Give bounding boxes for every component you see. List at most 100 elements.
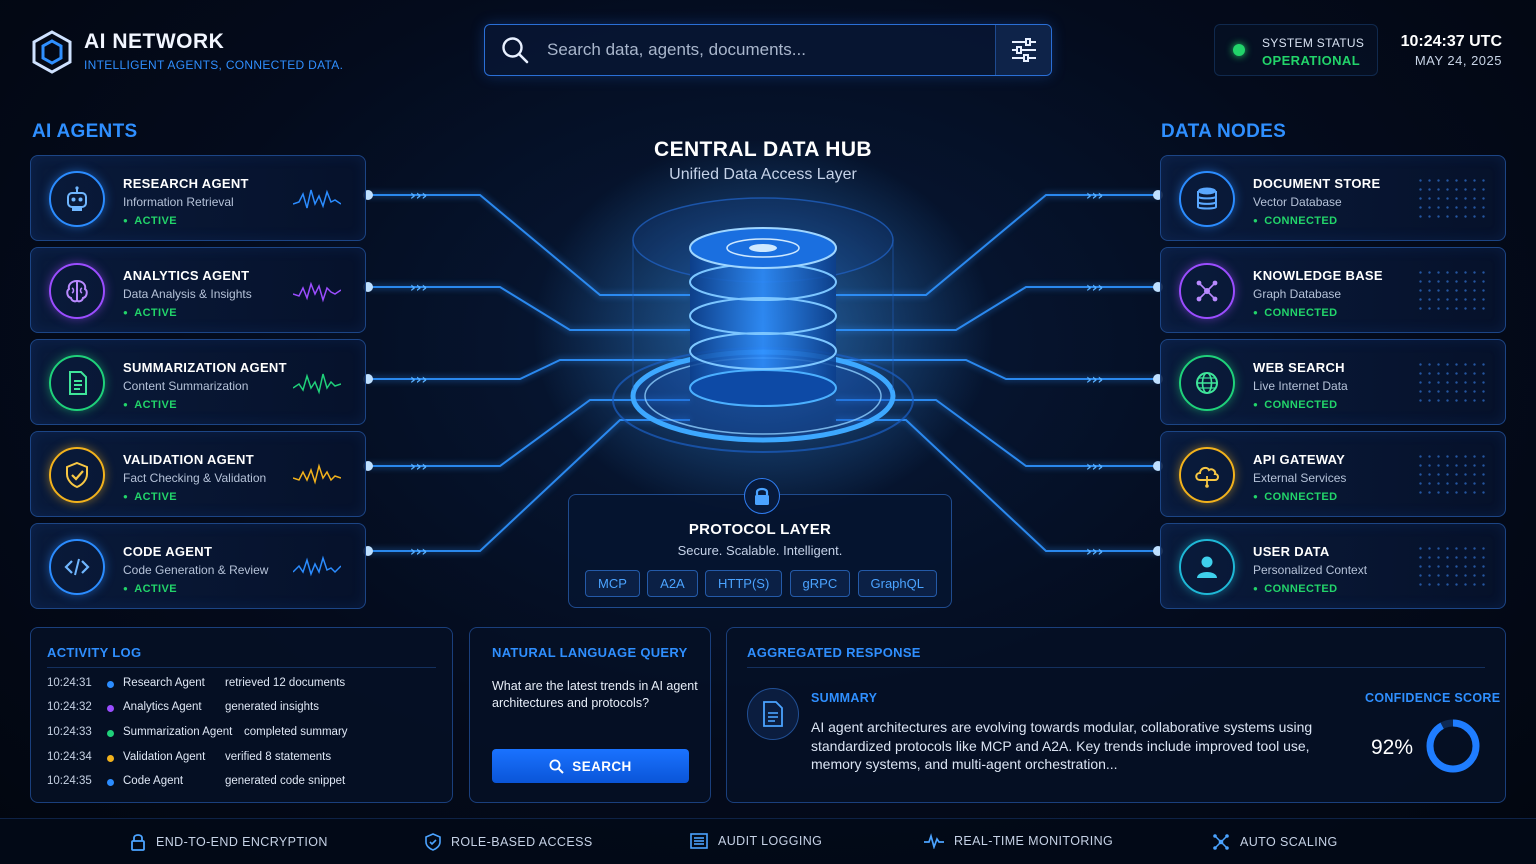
- log-agent: Research Agent: [123, 677, 205, 689]
- dot-grid-decoration: [1416, 544, 1490, 590]
- activity-wave-icon: [293, 373, 341, 395]
- summary-label: SUMMARY: [811, 691, 878, 705]
- node-card-knowledge-base[interactable]: KNOWLEDGE BASE Graph Database CONNECTED: [1160, 247, 1506, 333]
- query-panel: NATURAL LANGUAGE QUERY What are the late…: [469, 627, 711, 803]
- node-description: Live Internet Data: [1253, 379, 1348, 393]
- divider: [47, 667, 436, 668]
- node-description: Vector Database: [1253, 195, 1342, 209]
- lock-icon: [131, 834, 145, 851]
- activity-wave-icon: [293, 555, 341, 577]
- code-icon: [49, 539, 105, 595]
- activity-wave-icon: [293, 463, 341, 485]
- footer-item-encryption: END-TO-END ENCRYPTION: [130, 833, 328, 851]
- node-status: CONNECTED: [1253, 491, 1338, 503]
- node-card-user-data[interactable]: USER DATA Personalized Context CONNECTED: [1160, 523, 1506, 609]
- node-card-api-gateway[interactable]: API GATEWAY External Services CONNECTED: [1160, 431, 1506, 517]
- agent-description: Data Analysis & Insights: [123, 287, 252, 301]
- search-icon[interactable]: [501, 36, 529, 64]
- clock-time: 10:24:37 UTC: [1400, 33, 1502, 50]
- log-time: 10:24:34: [47, 751, 92, 763]
- agent-name: RESEARCH AGENT: [123, 176, 249, 191]
- svg-text:›››: ›››: [1086, 188, 1103, 204]
- agent-status: ACTIVE: [123, 399, 177, 411]
- agent-card-summarization[interactable]: SUMMARIZATION AGENT Content Summarizatio…: [30, 339, 366, 425]
- svg-text:›››: ›››: [410, 280, 427, 296]
- svg-text:›››: ›››: [1086, 280, 1103, 296]
- protocol-chip-mcp[interactable]: MCP: [585, 570, 640, 597]
- log-message: generated code snippet: [225, 775, 346, 787]
- node-card-document-store[interactable]: DOCUMENT STORE Vector Database CONNECTED: [1160, 155, 1506, 241]
- svg-text:›››: ›››: [410, 372, 427, 388]
- node-name: DOCUMENT STORE: [1253, 176, 1381, 191]
- status-value: OPERATIONAL: [1262, 53, 1361, 68]
- agent-description: Content Summarization: [123, 379, 249, 393]
- log-time: 10:24:32: [47, 701, 92, 713]
- cloud-icon: [1179, 447, 1235, 503]
- protocol-chip-grpc[interactable]: gRPC: [789, 570, 851, 597]
- node-description: External Services: [1253, 471, 1347, 485]
- globe-icon: [1179, 355, 1235, 411]
- node-name: WEB SEARCH: [1253, 360, 1345, 375]
- activity-log-title: ACTIVITY LOG: [47, 645, 142, 660]
- footer-bar: END-TO-END ENCRYPTION ROLE-BASED ACCESS …: [0, 818, 1536, 864]
- node-card-web-search[interactable]: WEB SEARCH Live Internet Data CONNECTED: [1160, 339, 1506, 425]
- agent-card-code[interactable]: CODE AGENT Code Generation & Review ACTI…: [30, 523, 366, 609]
- agent-name: CODE AGENT: [123, 544, 213, 559]
- confidence-label: CONFIDENCE SCORE: [1365, 691, 1501, 705]
- log-message: completed summary: [244, 726, 348, 738]
- log-time: 10:24:31: [47, 677, 92, 689]
- protocol-chip-https[interactable]: HTTP(S): [705, 570, 783, 597]
- footer-item-scaling: AUTO SCALING: [1212, 833, 1338, 851]
- robot-icon: [49, 171, 105, 227]
- agent-name: VALIDATION AGENT: [123, 452, 254, 467]
- hub-subtitle: Unified Data Access Layer: [669, 166, 857, 183]
- query-text[interactable]: What are the latest trends in AI agent a…: [492, 678, 698, 712]
- protocol-chip-graphql[interactable]: GraphQL: [857, 570, 937, 597]
- shield-icon: [49, 447, 105, 503]
- pulse-icon: [924, 833, 944, 849]
- confidence-arc: [1426, 719, 1480, 773]
- search-button[interactable]: SEARCH: [492, 749, 689, 783]
- hub-title: CENTRAL DATA HUB: [654, 138, 872, 161]
- clock-date: MAY 24, 2025: [1414, 53, 1502, 68]
- log-time: 10:24:33: [47, 726, 92, 738]
- logo-hexagon-icon: [32, 30, 72, 74]
- node-status: CONNECTED: [1253, 307, 1338, 319]
- lock-icon: [744, 478, 780, 514]
- confidence-donut: [1426, 719, 1480, 773]
- footer-item-audit: AUDIT LOGGING: [690, 833, 822, 849]
- dot-grid-decoration: [1416, 360, 1490, 406]
- footer-label: ROLE-BASED ACCESS: [451, 835, 593, 849]
- search-input[interactable]: [547, 37, 967, 63]
- svg-text:›››: ›››: [1086, 544, 1103, 560]
- footer-item-role-access: ROLE-BASED ACCESS: [425, 833, 593, 851]
- agent-card-analytics[interactable]: ANALYTICS AGENT Data Analysis & Insights…: [30, 247, 366, 333]
- aggregated-response-panel: AGGREGATED RESPONSE SUMMARY AI agent arc…: [726, 627, 1506, 803]
- agent-card-validation[interactable]: VALIDATION AGENT Fact Checking & Validat…: [30, 431, 366, 517]
- log-dot-icon: [107, 705, 114, 712]
- search-button-label: SEARCH: [572, 758, 632, 774]
- scaling-icon: [1213, 834, 1229, 850]
- protocol-chips: MCP A2A HTTP(S) gRPC GraphQL: [585, 570, 937, 597]
- document-icon: [49, 355, 105, 411]
- log-dot-icon: [107, 755, 114, 762]
- node-description: Personalized Context: [1253, 563, 1368, 577]
- protocol-chip-a2a[interactable]: A2A: [647, 570, 698, 597]
- search-icon: [549, 759, 565, 774]
- activity-wave-icon: [293, 189, 341, 209]
- agent-name: ANALYTICS AGENT: [123, 268, 250, 283]
- log-agent: Summarization Agent: [123, 726, 233, 738]
- agent-card-research[interactable]: RESEARCH AGENT Information Retrieval ACT…: [30, 155, 366, 241]
- node-status: CONNECTED: [1253, 399, 1338, 411]
- app-subtitle: INTELLIGENT AGENTS, CONNECTED DATA.: [84, 58, 344, 72]
- svg-text:›››: ›››: [410, 188, 427, 204]
- log-message: verified 8 statements: [225, 751, 332, 763]
- protocol-title: PROTOCOL LAYER: [688, 521, 832, 538]
- log-dot-icon: [107, 730, 114, 737]
- nodes-section-title: DATA NODES: [1161, 121, 1287, 142]
- status-label: SYSTEM STATUS: [1262, 36, 1365, 50]
- svg-text:›››: ›››: [410, 544, 427, 560]
- log-dot-icon: [107, 779, 114, 786]
- filter-button[interactable]: [995, 25, 1051, 75]
- graph-icon: [1179, 263, 1235, 319]
